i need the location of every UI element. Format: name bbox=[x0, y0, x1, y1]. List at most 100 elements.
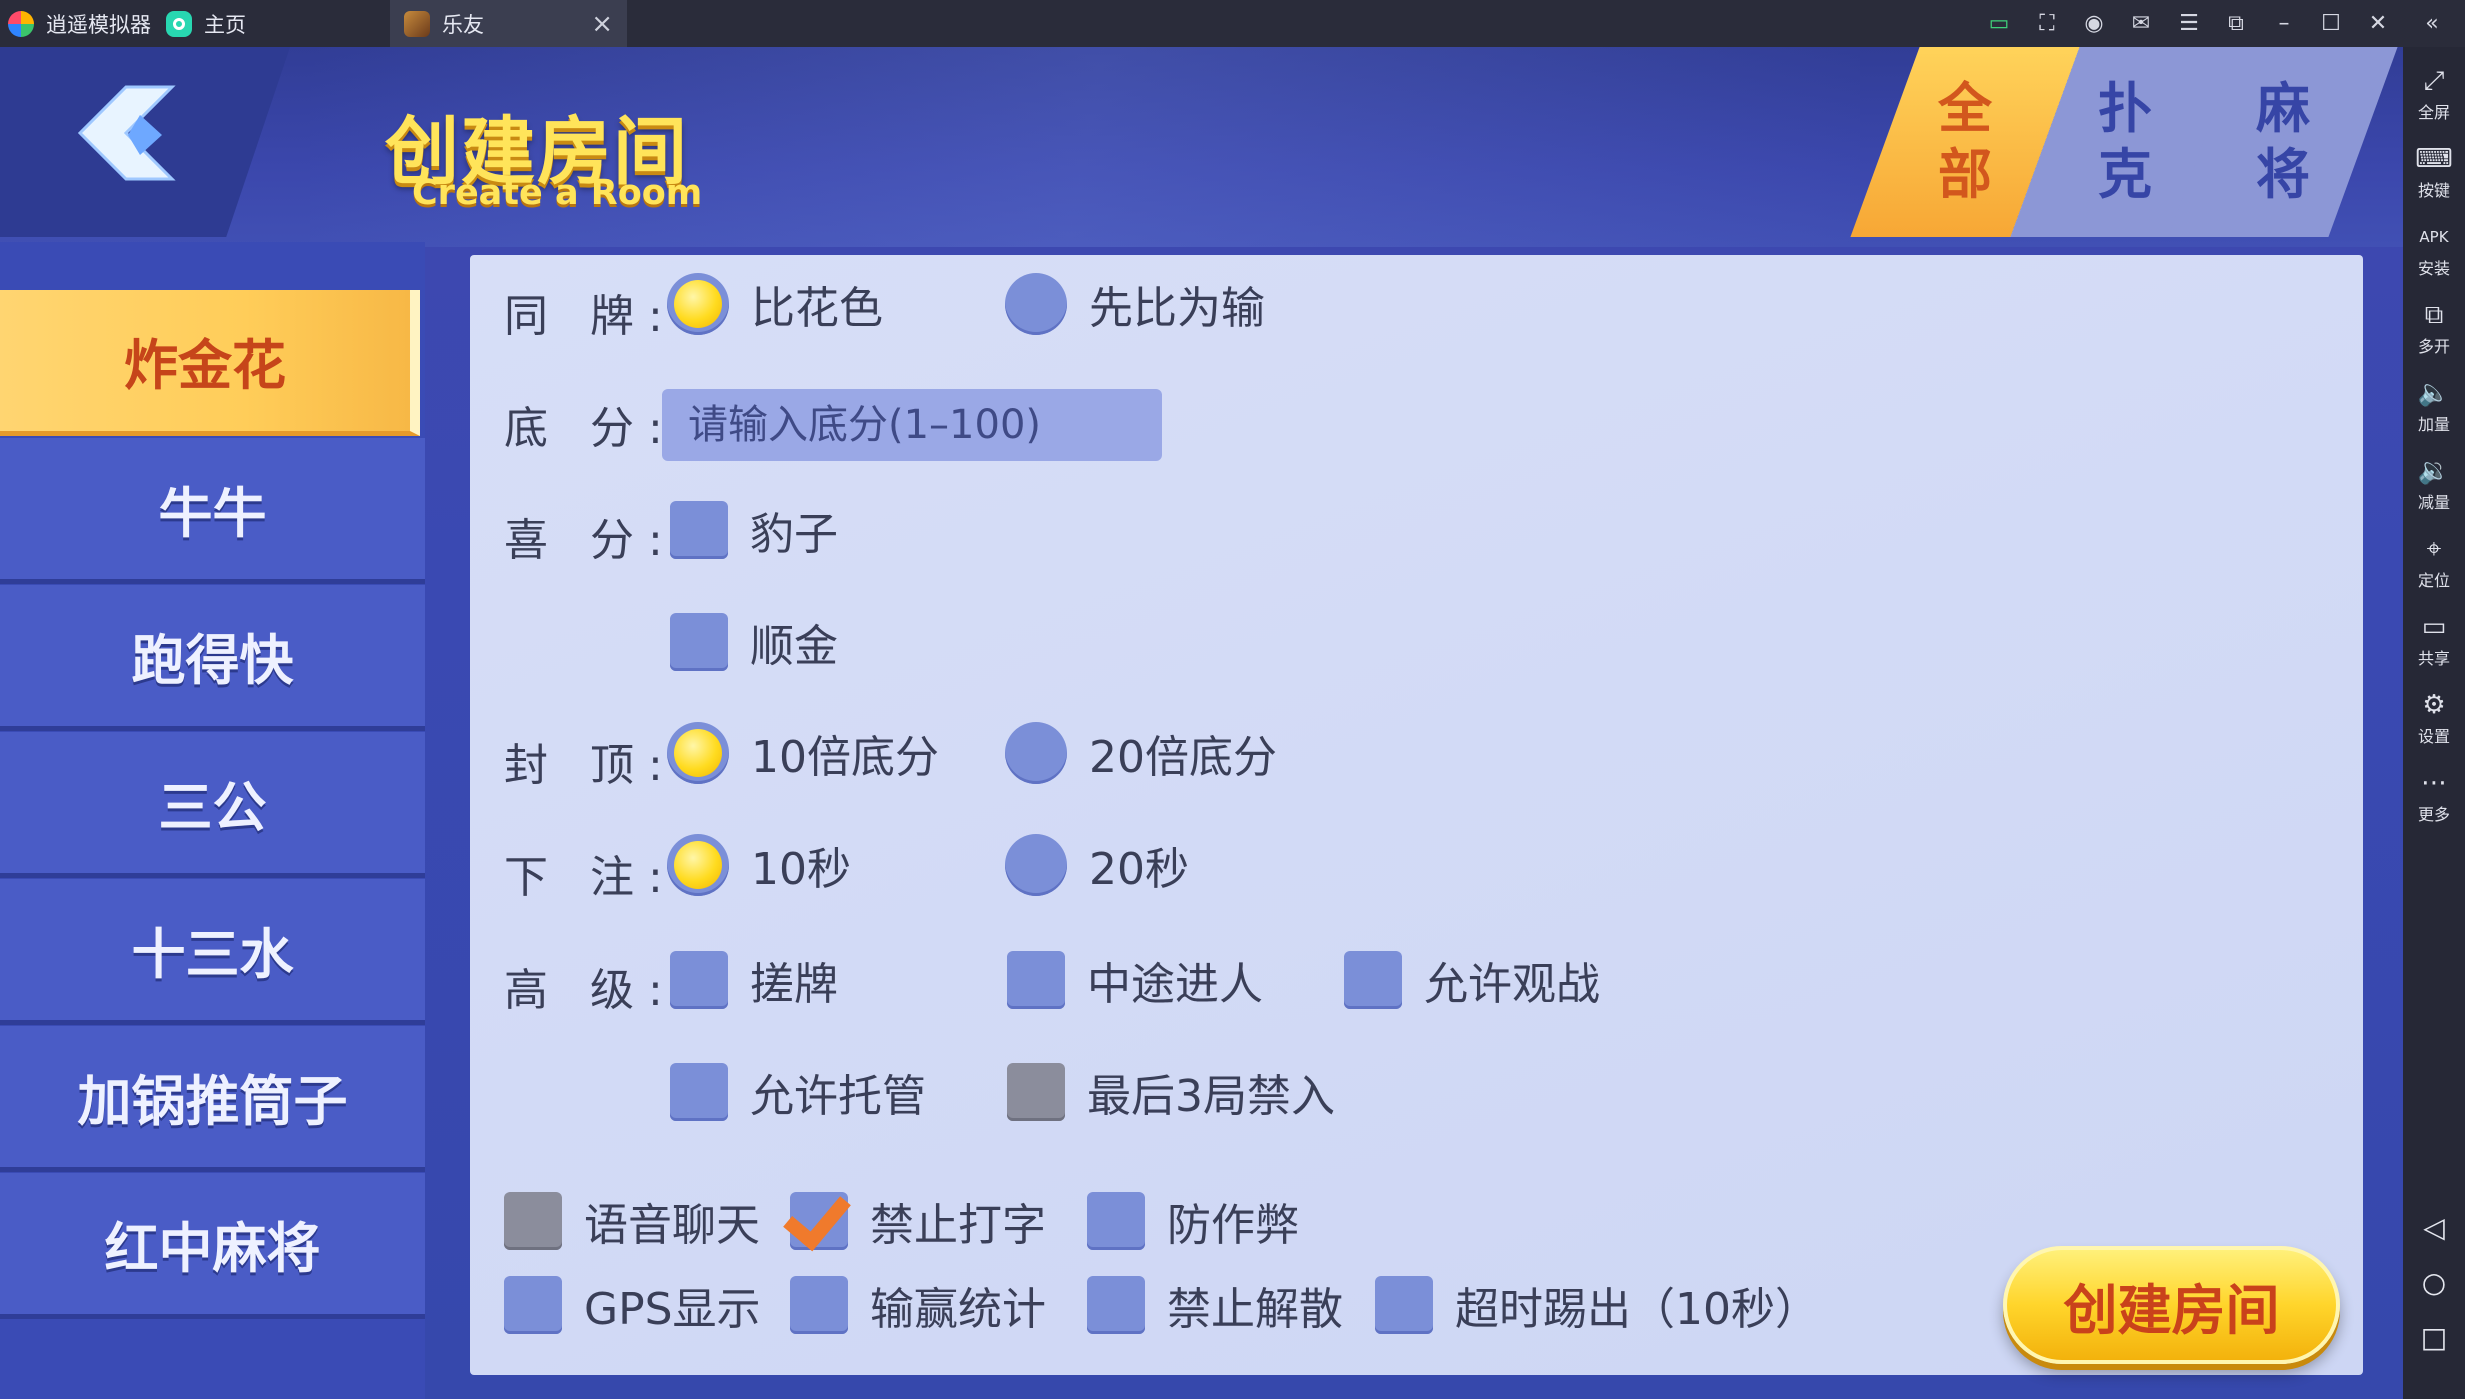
advanced-option-allow-spectate[interactable]: 允许观战 bbox=[1344, 948, 1600, 1012]
radio-selected[interactable] bbox=[667, 273, 729, 335]
game-item-sangong[interactable]: 三公 bbox=[0, 732, 425, 878]
emulator-sidebar: ⤢ 全屏 ⌨ 按键 APK 安装 ⧉ 多开 🔈 加量 🔉 减量 ⌖ 定位 ▭ 共… bbox=[2403, 47, 2465, 1399]
option-label: 比花色 bbox=[751, 283, 883, 334]
window-mode-icon[interactable]: ⧉ bbox=[2222, 10, 2250, 38]
extra-anti-cheat[interactable]: 防作弊 bbox=[1087, 1189, 1299, 1253]
checkbox[interactable] bbox=[670, 613, 728, 671]
game-item-jiaguotuitongzi[interactable]: 加锅推筒子 bbox=[0, 1026, 425, 1172]
keymap-icon[interactable]: ▭ bbox=[1985, 10, 2013, 38]
checkbox[interactable] bbox=[1087, 1276, 1145, 1334]
close-window-icon[interactable]: ✕ bbox=[2364, 10, 2392, 38]
advanced-option-allow-auto[interactable]: 允许托管 bbox=[670, 1060, 926, 1124]
checkbox[interactable] bbox=[790, 1276, 848, 1334]
mail-icon[interactable]: ✉ bbox=[2127, 10, 2155, 38]
bonus-option-baozi[interactable]: 豹子 bbox=[670, 498, 838, 562]
radio-unselected[interactable] bbox=[1005, 273, 1067, 335]
emulator-app-tab[interactable]: 逍遥模拟器 bbox=[8, 0, 151, 47]
create-room-button[interactable]: 创建房间 bbox=[2003, 1246, 2340, 1364]
screenshot-icon[interactable]: ⛶ bbox=[2033, 10, 2061, 38]
apk-install-icon: APK bbox=[2419, 228, 2449, 246]
emulator-titlebar: 逍遥模拟器 主页 乐友 × ▭ ⛶ ◉ ✉ ☰ ⧉ – ☐ ✕ « bbox=[0, 0, 2465, 47]
minimize-icon[interactable]: – bbox=[2270, 10, 2298, 38]
checkbox[interactable] bbox=[670, 1063, 728, 1121]
android-recents-icon[interactable]: □ bbox=[2419, 1323, 2449, 1353]
room-settings-panel: 同 牌: 比花色 先比为输 底 分: 喜 分: 豹子 顺金 封 顶: 10倍底分 bbox=[470, 255, 2363, 1375]
checkbox-disabled[interactable] bbox=[1007, 1063, 1065, 1121]
android-home-icon[interactable]: ○ bbox=[2419, 1268, 2449, 1298]
maximize-icon[interactable]: ☐ bbox=[2317, 10, 2345, 38]
game-item-zhajinhua[interactable]: 炸金花 bbox=[0, 290, 420, 436]
sidebar-volume-down-label: 减量 bbox=[2417, 493, 2450, 512]
radio-unselected[interactable] bbox=[1005, 722, 1067, 784]
extra-win-loss-stats[interactable]: 输赢统计 bbox=[790, 1273, 1046, 1337]
tab-poker-line1: 扑 bbox=[2098, 77, 2152, 140]
sidebar-install[interactable]: APK 安装 bbox=[2403, 211, 2465, 283]
checkbox[interactable] bbox=[670, 501, 728, 559]
bonus-score-label: 喜 分: bbox=[504, 515, 677, 566]
radio-unselected[interactable] bbox=[1005, 834, 1067, 896]
user-account-icon[interactable]: ◉ bbox=[2080, 10, 2108, 38]
same-card-option-suit[interactable]: 比花色 bbox=[667, 272, 883, 336]
base-score-input[interactable] bbox=[662, 389, 1162, 461]
checkbox-checked[interactable] bbox=[790, 1192, 848, 1250]
extra-voice-chat[interactable]: 语音聊天 bbox=[504, 1189, 760, 1253]
sidebar-fullscreen[interactable]: ⤢ 全屏 bbox=[2403, 55, 2465, 127]
collapse-sidebar-icon[interactable]: « bbox=[2418, 10, 2446, 38]
game-item-label: 十三水 bbox=[131, 923, 294, 986]
option-label: GPS显示 bbox=[584, 1284, 761, 1335]
game-item-shisanshui[interactable]: 十三水 bbox=[0, 879, 425, 1025]
checkbox[interactable] bbox=[504, 1276, 562, 1334]
cap-option-10x[interactable]: 10倍底分 bbox=[667, 721, 939, 785]
android-back-icon[interactable]: ◁ bbox=[2419, 1213, 2449, 1243]
radio-selected[interactable] bbox=[667, 834, 729, 896]
tab-poker-line2: 克 bbox=[2098, 143, 2152, 206]
game-item-label: 牛牛 bbox=[158, 482, 267, 545]
radio-selected[interactable] bbox=[667, 722, 729, 784]
tab-category-all-label: 全部 bbox=[1935, 76, 1995, 208]
advanced-option-last3-no-join[interactable]: 最后3局禁入 bbox=[1007, 1060, 1335, 1124]
sidebar-share[interactable]: ▭ 共享 bbox=[2403, 601, 2465, 673]
emulator-logo-icon bbox=[8, 10, 34, 37]
option-label: 允许观战 bbox=[1424, 959, 1600, 1010]
close-tab-icon[interactable]: × bbox=[591, 9, 613, 39]
bet-label: 下 注: bbox=[504, 852, 677, 903]
checkbox[interactable] bbox=[1375, 1276, 1433, 1334]
extra-timeout-kick[interactable]: 超时踢出（10秒） bbox=[1375, 1273, 1819, 1337]
sidebar-location[interactable]: ⌖ 定位 bbox=[2403, 523, 2465, 595]
sidebar-multi[interactable]: ⧉ 多开 bbox=[2403, 289, 2465, 361]
advanced-option-cuopai[interactable]: 搓牌 bbox=[670, 948, 838, 1012]
game-item-hongzhongmajiang[interactable]: 红中麻将 bbox=[0, 1173, 425, 1319]
bonus-option-shunjin[interactable]: 顺金 bbox=[670, 610, 838, 674]
option-label: 豹子 bbox=[750, 509, 838, 560]
bet-option-10s[interactable]: 10秒 bbox=[667, 833, 851, 897]
sidebar-keymap[interactable]: ⌨ 按键 bbox=[2403, 133, 2465, 205]
menu-icon[interactable]: ☰ bbox=[2175, 10, 2203, 38]
cap-option-20x[interactable]: 20倍底分 bbox=[1005, 721, 1277, 785]
game-item-paodekuai[interactable]: 跑得快 bbox=[0, 585, 425, 731]
checkbox[interactable] bbox=[1007, 951, 1065, 1009]
back-arrow-icon[interactable] bbox=[70, 79, 180, 189]
extra-no-typing[interactable]: 禁止打字 bbox=[790, 1189, 1046, 1253]
sidebar-volume-down[interactable]: 🔉 减量 bbox=[2403, 445, 2465, 517]
same-card-option-first-loses[interactable]: 先比为输 bbox=[1005, 272, 1265, 336]
tab-game[interactable]: 乐友 × bbox=[390, 0, 627, 47]
sidebar-settings[interactable]: ⚙ 设置 bbox=[2403, 679, 2465, 751]
tab-home[interactable]: 主页 bbox=[166, 0, 246, 47]
sidebar-fullscreen-label: 全屏 bbox=[2417, 103, 2450, 122]
option-label: 先比为输 bbox=[1089, 283, 1265, 334]
sidebar-more[interactable]: ⋯ 更多 bbox=[2403, 757, 2465, 829]
bet-option-20s[interactable]: 20秒 bbox=[1005, 833, 1189, 897]
checkbox-disabled[interactable] bbox=[504, 1192, 562, 1250]
checkbox[interactable] bbox=[1344, 951, 1402, 1009]
advanced-option-join-midway[interactable]: 中途进人 bbox=[1007, 948, 1263, 1012]
game-item-niuniu[interactable]: 牛牛 bbox=[0, 438, 425, 584]
checkbox[interactable] bbox=[1087, 1192, 1145, 1250]
sidebar-install-label: 安装 bbox=[2417, 259, 2450, 278]
option-label: 20秒 bbox=[1089, 844, 1189, 895]
extra-gps-display[interactable]: GPS显示 bbox=[504, 1273, 761, 1337]
extra-no-dissolve[interactable]: 禁止解散 bbox=[1087, 1273, 1343, 1337]
sidebar-volume-up[interactable]: 🔈 加量 bbox=[2403, 367, 2465, 439]
option-label: 防作弊 bbox=[1167, 1200, 1299, 1251]
checkbox[interactable] bbox=[670, 951, 728, 1009]
sidebar-share-label: 共享 bbox=[2417, 649, 2450, 668]
